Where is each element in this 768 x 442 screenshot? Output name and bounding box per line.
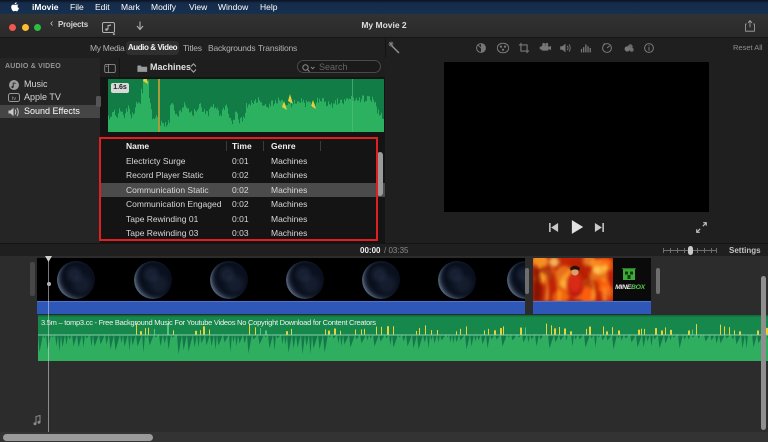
svg-text:tv: tv — [12, 96, 17, 102]
svg-text:MINEBOX: MINEBOX — [615, 284, 645, 291]
